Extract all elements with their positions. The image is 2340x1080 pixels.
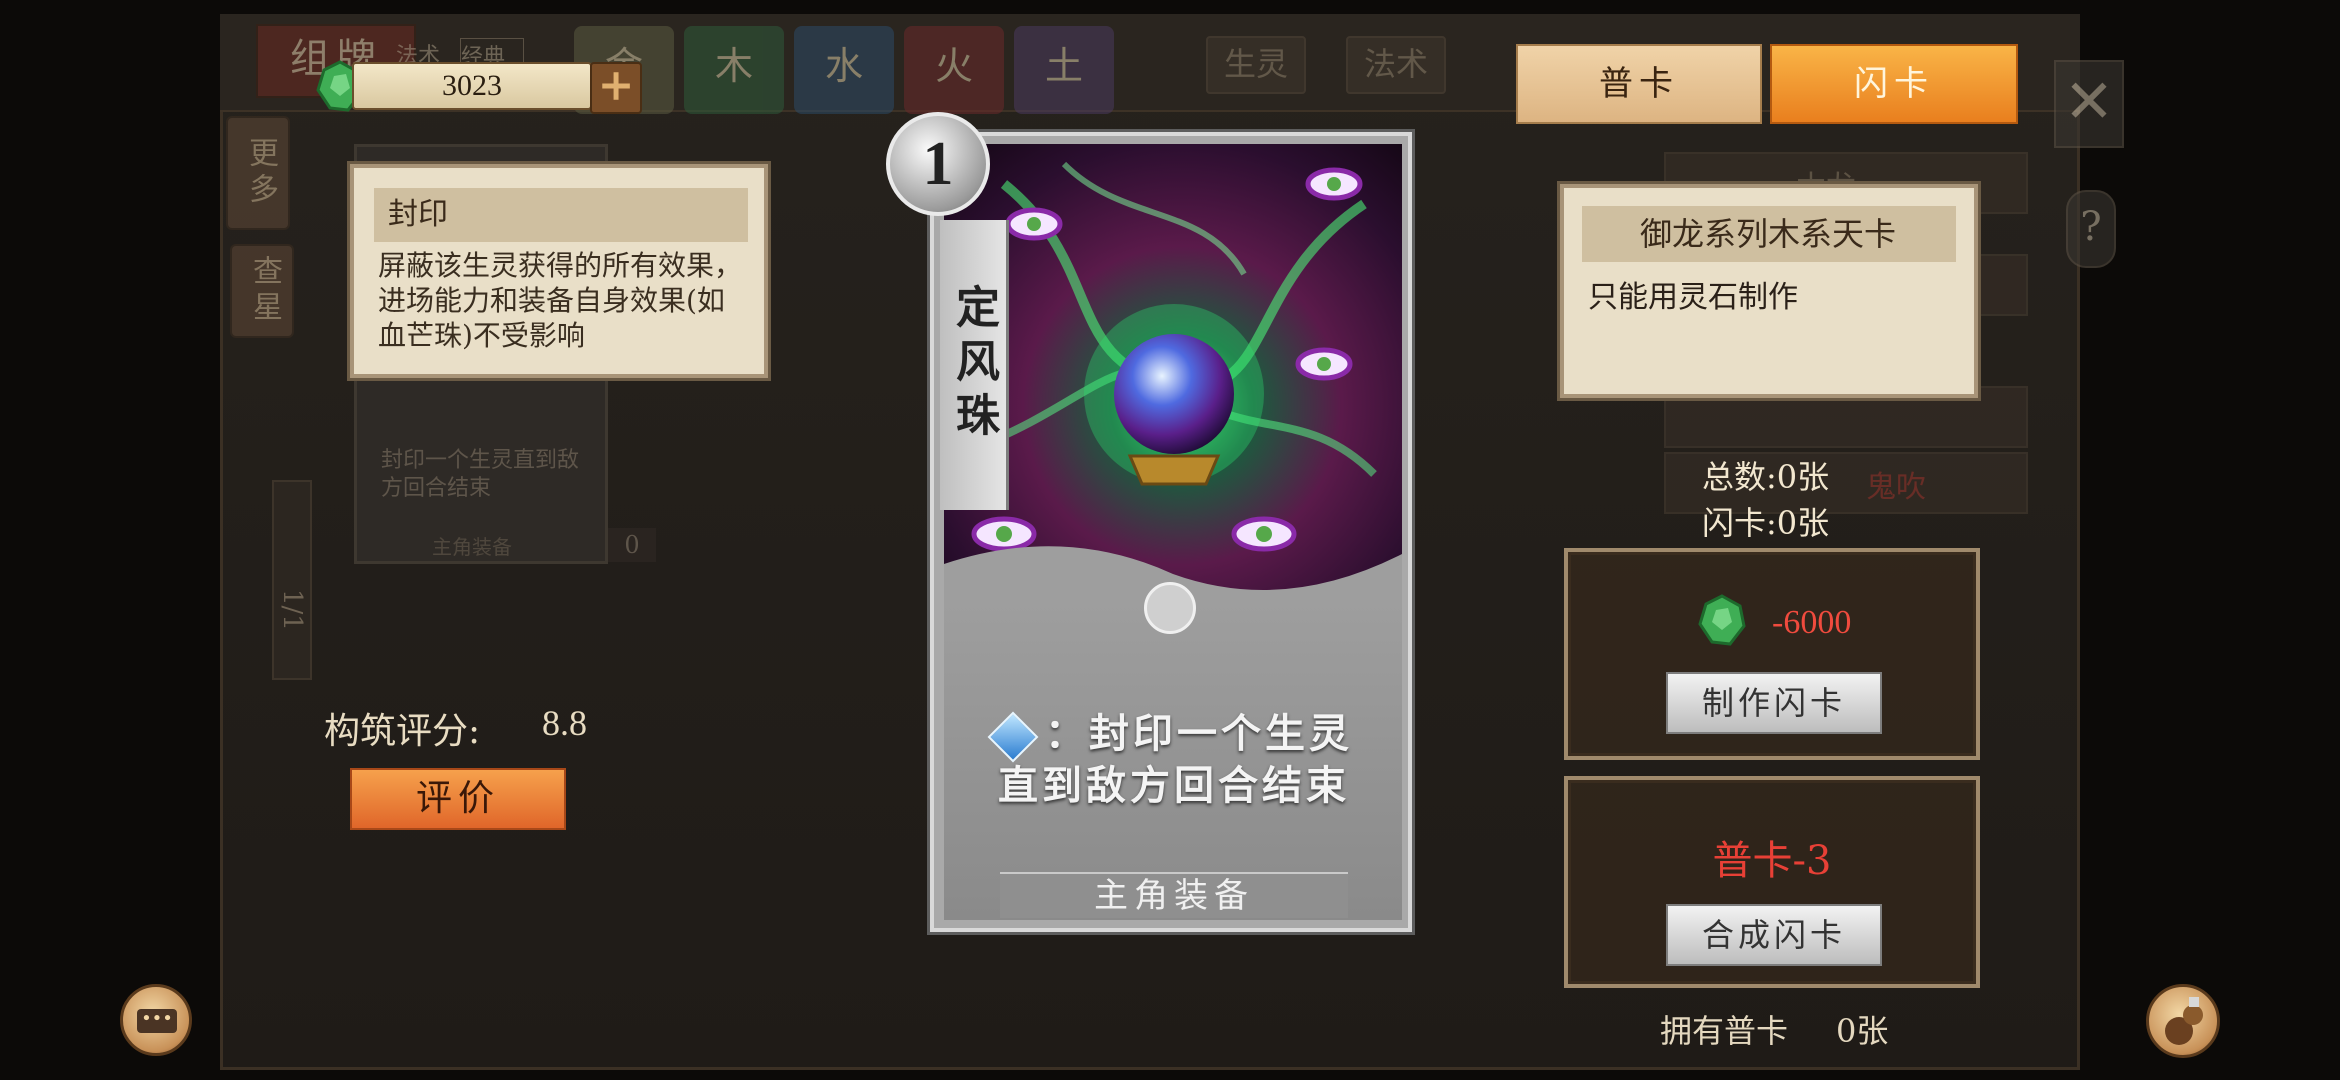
gourd-icon — [2165, 997, 2203, 1045]
tab-element-wood[interactable]: 木 — [684, 26, 784, 114]
deck-card-type: 主角装备 — [432, 535, 512, 559]
build-score-label: 构筑评分: — [324, 711, 481, 752]
chat-bubble-icon: ••• — [137, 1009, 177, 1033]
card-name: 定风珠 — [940, 220, 1009, 510]
tab-flash-card[interactable]: 闪卡 — [1770, 44, 2018, 124]
card-effect-line1: ：封印一个生灵 — [1045, 710, 1353, 757]
page-indicator: 1/1 — [272, 480, 312, 680]
card-artwork — [944, 144, 1402, 620]
series-tooltip-body: 只能用灵石制作 — [1588, 280, 1798, 315]
tab-element-earth[interactable]: 土 — [1014, 26, 1114, 114]
card-rarity-icon — [1144, 582, 1196, 634]
series-tooltip-title: 御龙系列木系天卡 — [1582, 206, 1956, 262]
flash-count: 闪卡:0张 — [1702, 504, 1830, 542]
keyword-tooltip: 封印 屏蔽该生灵获得的所有效果，进场能力和装备自身效果(如血芒珠)不受影响 — [350, 164, 768, 378]
craft-flash-button[interactable]: 制作闪卡 — [1666, 672, 1882, 734]
owned-normal-value: 0张 — [1836, 1012, 1889, 1050]
mana-diamond-icon — [987, 711, 1039, 763]
tab-element-fire[interactable]: 火 — [904, 26, 1004, 114]
tab-category-creature[interactable]: 生灵 — [1206, 36, 1307, 94]
currency-amount: 3023 — [352, 62, 592, 110]
craft-cost: -6000 — [1772, 604, 1852, 641]
rate-button[interactable]: 评价 — [350, 768, 566, 830]
series-tooltip: 御龙系列木系天卡 只能用灵石制作 — [1560, 184, 1978, 398]
owned-normal-label: 拥有普卡 — [1660, 1012, 1789, 1050]
synthesize-flash-button[interactable]: 合成闪卡 — [1666, 904, 1882, 966]
gourd-tool-icon[interactable] — [2146, 984, 2220, 1058]
deck-card-effect: 封印一个生灵直到敌方回合结束 — [381, 448, 580, 501]
spirit-stone-icon — [1698, 594, 1746, 646]
card-effect-line2: 直到敌方回合结束 — [998, 762, 1350, 809]
add-currency-button[interactable]: + — [590, 62, 642, 114]
card-effect-text: 1：封印一个生灵 直到敌方回合结束 — [960, 708, 1388, 812]
close-icon[interactable]: ✕ — [2054, 60, 2124, 148]
tab-normal-card[interactable]: 普卡 — [1516, 44, 1762, 124]
normal-card-requirement: 普卡-3 — [1712, 838, 1832, 884]
card-type: 主角装备 — [1000, 872, 1348, 918]
card-cost: 1 — [886, 112, 990, 216]
chat-icon[interactable]: ••• — [120, 984, 192, 1056]
view-tab[interactable]: 查星 — [230, 244, 294, 338]
tab-category-spell[interactable]: 法术 — [1346, 36, 1447, 94]
keyword-tooltip-title: 封印 — [374, 188, 748, 242]
tab-element-water[interactable]: 水 — [794, 26, 894, 114]
build-score-value: 8.8 — [542, 703, 587, 743]
keyword-tooltip-body: 屏蔽该生灵获得的所有效果，进场能力和装备自身效果(如血芒珠)不受影响 — [378, 249, 743, 352]
card-art-image — [944, 161, 1402, 620]
help-icon[interactable]: ? — [2066, 190, 2116, 268]
deck-card-count: 0 — [608, 528, 656, 562]
total-count: 总数:0张 — [1702, 458, 1830, 496]
list-item-label: 鬼吹 — [1866, 470, 1926, 505]
more-tab[interactable]: 更多 — [226, 116, 290, 230]
